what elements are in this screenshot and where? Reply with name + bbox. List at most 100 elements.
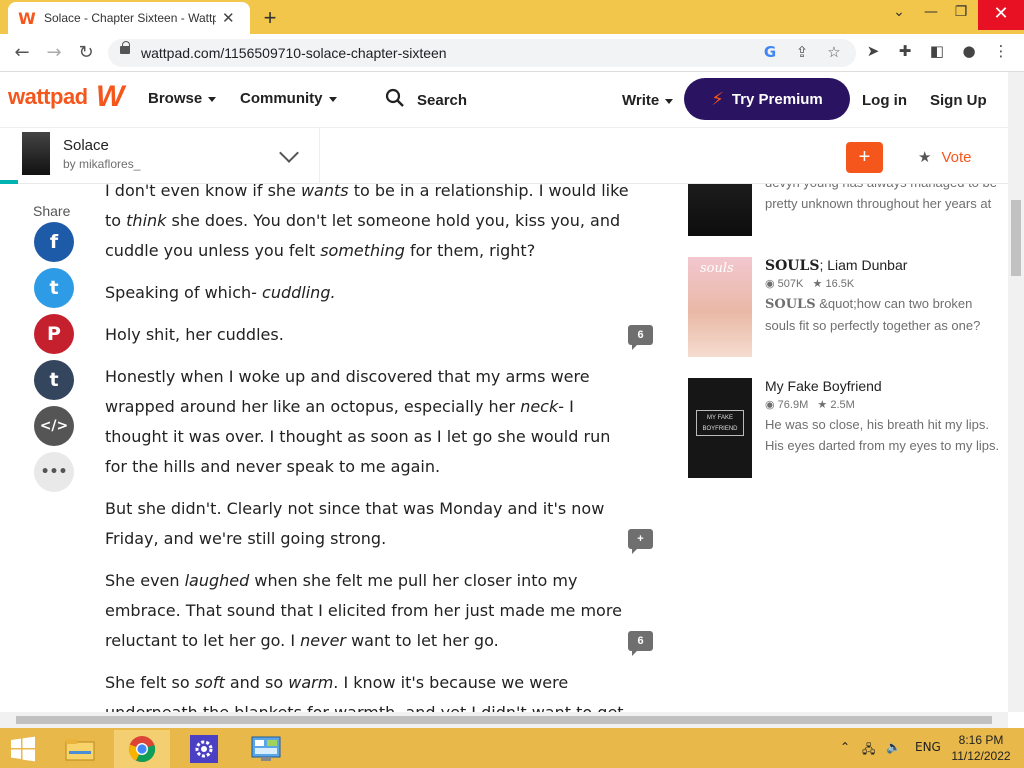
network-icon[interactable]: 🖧 bbox=[862, 740, 875, 761]
story-title[interactable]: Solace bbox=[63, 137, 109, 154]
language-indicator[interactable]: ENG bbox=[915, 740, 941, 754]
story-description: SOULS &quot;how can two broken souls fit… bbox=[765, 296, 981, 333]
new-tab-button[interactable]: + bbox=[258, 5, 282, 31]
add-to-library-button[interactable]: + bbox=[846, 142, 883, 173]
file-explorer-icon[interactable] bbox=[52, 730, 108, 768]
story-cover[interactable] bbox=[688, 184, 752, 236]
lightning-bolt-icon: ⚡ bbox=[711, 88, 724, 110]
wattpad-logo[interactable]: wattpad bbox=[8, 84, 88, 110]
paragraph[interactable]: She even laughed when she felt me pull h… bbox=[105, 566, 635, 656]
share-icon[interactable]: ⇪ bbox=[792, 43, 812, 61]
eye-icon: ◉ bbox=[765, 399, 778, 411]
reload-icon[interactable]: ↻ bbox=[74, 41, 98, 65]
horizontal-scrollbar[interactable] bbox=[0, 712, 1008, 728]
star-icon: ★ bbox=[918, 148, 932, 166]
login-link[interactable]: Log in bbox=[862, 92, 907, 109]
embed-code-icon: </> bbox=[39, 418, 69, 434]
recommended-story[interactable]: devyn young has always managed to be pre… bbox=[688, 184, 1008, 236]
star-icon: ★ bbox=[817, 399, 831, 411]
url-text[interactable]: wattpad.com/1156509710-solace-chapter-si… bbox=[141, 45, 447, 61]
paragraph[interactable]: Honestly when I woke up and discovered t… bbox=[105, 362, 635, 482]
volume-icon[interactable]: 🔈 bbox=[886, 740, 901, 754]
google-icon[interactable]: G bbox=[760, 43, 780, 61]
story-description: He was so close, his breath hit my lips.… bbox=[765, 417, 1000, 453]
browser-tab[interactable]: W Solace - Chapter Sixteen - Wattpad ✕ bbox=[8, 2, 250, 34]
window-close-button[interactable]: ✕ bbox=[978, 0, 1024, 30]
cursor-extension-icon[interactable]: ➤ bbox=[862, 42, 884, 60]
paragraph[interactable]: I don't even know if she wants to be in … bbox=[105, 176, 635, 266]
back-arrow-icon[interactable]: ← bbox=[10, 41, 34, 65]
forward-arrow-icon[interactable]: → bbox=[42, 41, 66, 65]
profile-avatar-icon[interactable]: ● bbox=[958, 42, 980, 60]
tab-close-icon[interactable]: ✕ bbox=[222, 9, 235, 27]
chapter-content: I don't even know if she wants to be in … bbox=[105, 176, 635, 720]
clock-date: 11/12/2022 bbox=[951, 749, 1011, 763]
clock-time: 8:16 PM bbox=[958, 733, 1004, 747]
write-menu[interactable]: Write bbox=[622, 92, 674, 109]
embed-share-button[interactable]: </> bbox=[34, 406, 74, 446]
caret-down-icon bbox=[328, 96, 337, 102]
community-menu[interactable]: Community bbox=[240, 90, 337, 107]
story-author[interactable]: by mikaflores_ bbox=[63, 157, 140, 171]
chevron-down-icon[interactable] bbox=[279, 143, 299, 163]
story-cover[interactable]: souls bbox=[688, 257, 752, 357]
vertical-scrollbar[interactable] bbox=[1008, 72, 1024, 712]
inline-comment-button[interactable]: 6 bbox=[628, 631, 653, 656]
share-label: Share bbox=[33, 203, 71, 219]
facebook-share-button[interactable]: f bbox=[34, 222, 74, 262]
windows-start-icon[interactable] bbox=[10, 736, 36, 762]
caret-down-icon bbox=[665, 98, 674, 104]
reading-progress-bar bbox=[0, 180, 18, 184]
story-cover[interactable]: MY FAKE BOYFRIEND bbox=[688, 378, 752, 478]
facebook-icon: f bbox=[49, 231, 59, 253]
story-cover-thumbnail[interactable] bbox=[22, 132, 50, 175]
pinterest-icon: P bbox=[47, 323, 61, 345]
signup-link[interactable]: Sign Up bbox=[930, 92, 987, 109]
paragraph[interactable]: But she didn't. Clearly not since that w… bbox=[105, 494, 635, 554]
windows-taskbar: ⌃ 🖧 🔈 ENG 8:16 PM 11/12/2022 bbox=[0, 728, 1024, 768]
story-title[interactable]: SOULS; Liam Dunbar bbox=[765, 257, 907, 274]
address-bar[interactable]: wattpad.com/1156509710-solace-chapter-si… bbox=[108, 39, 856, 67]
browse-menu[interactable]: Browse bbox=[148, 90, 217, 107]
search-link[interactable]: Search bbox=[417, 92, 467, 109]
paragraph[interactable]: Holy shit, her cuddles. bbox=[105, 320, 635, 350]
recommended-story[interactable]: MY FAKE BOYFRIEND My Fake Boyfriend ◉ 76… bbox=[688, 378, 1008, 478]
tab-search-chevron-icon[interactable]: ⌄ bbox=[884, 4, 914, 20]
vote-button[interactable]: ★ Vote bbox=[918, 148, 971, 166]
recommendations-sidebar: devyn young has always managed to be pre… bbox=[688, 184, 1008, 720]
browser-toolbar: ← → ↻ wattpad.com/1156509710-solace-chap… bbox=[0, 34, 1024, 72]
inline-comment-button[interactable]: 6 bbox=[628, 325, 653, 350]
premium-label: Try Premium bbox=[731, 90, 823, 108]
story-stats: ◉ 76.9M ★ 2.5M bbox=[765, 399, 855, 411]
vertical-scroll-thumb[interactable] bbox=[1011, 200, 1021, 276]
puzzle-extensions-icon[interactable]: ✚ bbox=[894, 42, 916, 60]
control-panel-icon[interactable] bbox=[238, 730, 294, 768]
cover-lettering: souls bbox=[700, 261, 734, 276]
wattpad-w-logo-icon[interactable]: W bbox=[96, 80, 124, 114]
star-icon: ★ bbox=[812, 278, 826, 290]
show-hidden-icons-chevron-icon[interactable]: ⌃ bbox=[840, 740, 850, 754]
restore-button[interactable]: ❐ bbox=[946, 4, 976, 20]
chrome-taskbar-icon[interactable] bbox=[114, 730, 170, 768]
system-clock[interactable]: 8:16 PM 11/12/2022 bbox=[948, 732, 1014, 764]
pinterest-share-button[interactable]: P bbox=[34, 314, 74, 354]
settings-gear-icon[interactable] bbox=[176, 730, 232, 768]
search-icon[interactable] bbox=[385, 88, 405, 108]
story-stats: ◉ 507K ★ 16.5K bbox=[765, 278, 855, 290]
tumblr-share-button[interactable]: t bbox=[34, 360, 74, 400]
more-share-button[interactable]: ••• bbox=[34, 452, 74, 492]
recommended-story[interactable]: souls SOULS; Liam Dunbar ◉ 507K ★ 16.5K … bbox=[688, 257, 1008, 357]
browser-tabstrip: W Solace - Chapter Sixteen - Wattpad ✕ +… bbox=[0, 0, 1024, 34]
bookmark-star-icon[interactable]: ☆ bbox=[824, 43, 844, 61]
side-panel-icon[interactable]: ◧ bbox=[926, 42, 948, 60]
try-premium-button[interactable]: ⚡ Try Premium bbox=[684, 78, 850, 120]
story-title[interactable]: My Fake Boyfriend bbox=[765, 378, 882, 394]
twitter-share-button[interactable]: t bbox=[34, 268, 74, 308]
paragraph[interactable]: Speaking of which- cuddling. bbox=[105, 278, 635, 308]
chrome-menu-icon[interactable]: ⋮ bbox=[990, 42, 1012, 60]
inline-comment-button[interactable]: + bbox=[628, 529, 653, 554]
horizontal-scroll-thumb[interactable] bbox=[16, 716, 992, 724]
browse-label: Browse bbox=[148, 90, 203, 107]
minimize-button[interactable]: — bbox=[916, 4, 946, 20]
story-description: devyn young has always managed to be pre… bbox=[765, 184, 997, 211]
